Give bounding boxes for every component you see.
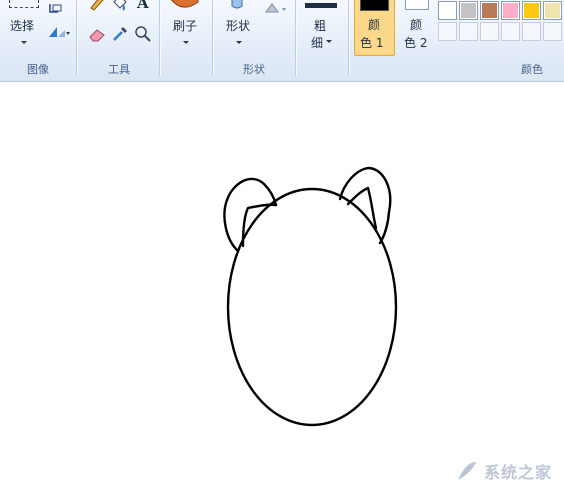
separator xyxy=(295,0,296,76)
watermark-text: 系统之家 xyxy=(484,463,553,482)
pencil-icon xyxy=(90,0,104,11)
color1-label-line2: 色 1 xyxy=(360,36,384,50)
text-button[interactable]: A xyxy=(134,0,152,12)
left-ear-inner xyxy=(241,203,278,248)
text-icon: A xyxy=(137,0,149,12)
palette-swatch-gold[interactable] xyxy=(522,1,541,20)
palette-swatch-light-gray[interactable] xyxy=(459,1,478,20)
shapes-icon xyxy=(231,0,243,9)
palette-swatch-pink[interactable] xyxy=(501,1,520,20)
canvas-drawing xyxy=(223,166,398,427)
magnifier-icon xyxy=(135,26,151,42)
separator xyxy=(159,0,160,76)
color-palette xyxy=(438,0,564,44)
tools-group-label: 工具 xyxy=(108,63,130,76)
drawing-canvas[interactable]: 系统之家 xyxy=(0,83,564,504)
palette-swatch-brown[interactable] xyxy=(480,1,499,20)
brushes-label: 刷子 xyxy=(173,19,198,33)
colors-group-label: 颜色 xyxy=(521,63,543,76)
separator xyxy=(76,0,77,76)
palette-custom-slot[interactable] xyxy=(543,22,562,41)
shapes-button-label: 形状 xyxy=(226,19,251,33)
outline-icon xyxy=(265,3,286,13)
palette-custom-slot[interactable] xyxy=(522,22,541,41)
size-icon xyxy=(305,3,337,8)
palette-custom-slot[interactable] xyxy=(438,22,457,41)
color2-label-line1: 颜 xyxy=(410,18,423,32)
color1-swatch xyxy=(360,0,389,11)
size-dropdown-icon xyxy=(326,40,332,43)
eraser-icon xyxy=(89,29,105,42)
outline-button[interactable] xyxy=(262,0,290,20)
watermark: 系统之家 xyxy=(456,458,552,484)
eraser-button[interactable] xyxy=(88,25,106,43)
size-button[interactable]: 粗 细 xyxy=(302,0,342,52)
crop-icon xyxy=(49,4,62,13)
fill-button[interactable] xyxy=(110,0,128,12)
ribbon: 选择 图像 A 工具 刷子 形状 形状 粗 细 颜 色 1 颜 色 2 颜色 xyxy=(0,0,564,82)
select-tool-button[interactable]: 选择 xyxy=(6,0,40,50)
size-label-line2: 细 xyxy=(311,36,324,50)
shapes-button[interactable]: 形状 xyxy=(222,0,256,52)
brushes-button[interactable]: 刷子 xyxy=(166,0,206,52)
image-group-label: 图像 xyxy=(27,63,49,76)
palette-custom-slot[interactable] xyxy=(480,22,499,41)
rotate-icon xyxy=(49,27,70,37)
color2-swatch xyxy=(405,0,429,10)
color2-button[interactable]: 颜 色 2 xyxy=(399,0,435,56)
palette-swatch-light-yellow[interactable] xyxy=(543,1,562,20)
color-picker-button[interactable] xyxy=(111,25,129,43)
right-ear-outline xyxy=(338,166,392,245)
shapes-group-label: 形状 xyxy=(243,63,265,76)
head-outline xyxy=(226,187,398,427)
pencil-button[interactable] xyxy=(88,0,106,12)
select-dropdown-icon xyxy=(21,41,27,44)
watermark-logo-icon xyxy=(458,462,476,480)
color2-label-line2: 色 2 xyxy=(404,36,428,50)
color1-button[interactable]: 颜 色 1 xyxy=(354,0,395,56)
palette-custom-slot[interactable] xyxy=(459,22,478,41)
shapes-dropdown-icon xyxy=(236,41,242,44)
separator xyxy=(348,0,349,76)
palette-custom-slot[interactable] xyxy=(501,22,520,41)
color-picker-icon xyxy=(113,27,127,41)
size-label-line1: 粗 xyxy=(314,19,327,33)
magnifier-button[interactable] xyxy=(134,25,152,43)
rotate-button[interactable] xyxy=(47,24,71,40)
right-ear-inner xyxy=(346,186,378,230)
select-label: 选择 xyxy=(10,19,35,33)
fill-icon xyxy=(113,0,127,11)
palette-swatch-white[interactable] xyxy=(438,1,457,20)
color1-label-line1: 颜 xyxy=(368,18,381,32)
brush-icon xyxy=(171,0,199,8)
left-ear-outline xyxy=(223,177,278,253)
crop-button[interactable] xyxy=(47,2,65,18)
brushes-dropdown-icon xyxy=(183,41,189,44)
select-icon xyxy=(9,0,39,8)
